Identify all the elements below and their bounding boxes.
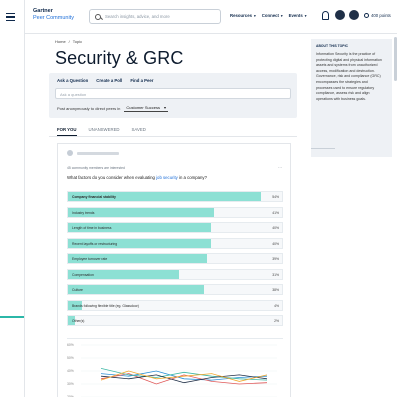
about-topic-text: Information Security is the practice of … (316, 52, 382, 101)
poll-option-fill (68, 285, 204, 294)
poll-option-percent: 2% (274, 319, 279, 323)
poll-option[interactable]: Culture 38% (67, 284, 283, 295)
poll-option-percent: 41% (272, 210, 279, 215)
author-avatar (67, 150, 73, 156)
post-anonymously-row: Post anonymously to direct peers in Cust… (57, 104, 168, 112)
breadcrumb-separator: / (68, 39, 70, 44)
feed-divider (49, 136, 297, 137)
notification-bell-icon[interactable] (322, 11, 329, 20)
page-title: Security & GRC (55, 48, 184, 68)
poll-options: Company financial stability 54% Industry t… (67, 191, 283, 331)
poll-question: What factors do you consider when evalua… (67, 175, 207, 180)
poll-option[interactable]: Compensation 31% (67, 268, 283, 280)
tab-create-poll[interactable]: Create a Poll (96, 78, 122, 83)
poll-author[interactable] (67, 150, 119, 156)
breadcrumb: Home / Topic (55, 39, 82, 44)
poll-option-percent: 4% (274, 303, 279, 308)
app-window: Gartner Peer Community Search insights, … (6, 0, 397, 397)
logo-product: Peer Community (33, 14, 74, 21)
search-input[interactable]: Search insights, advice, and more (89, 9, 221, 24)
rail-divider (311, 148, 335, 149)
ask-question-input[interactable]: Ask a question (55, 88, 291, 99)
logo-brand: Gartner (33, 8, 53, 14)
trend-line-chart: 60%50%40%30%20% (67, 338, 283, 397)
poll-option-label: Industry trends (72, 210, 95, 215)
poll-meta: 45 community members are interested (67, 166, 125, 170)
about-topic-panel: ABOUT THIS TOPIC Information Security is… (311, 39, 392, 157)
poll-option-percent: 40% (272, 226, 279, 230)
tab-for-you[interactable]: FOR YOU (57, 127, 77, 136)
chevron-down-icon: ▾ (163, 105, 166, 110)
points-icon (364, 13, 369, 18)
ask-tabs: Ask a Question Create a Poll Find a Peer (57, 78, 153, 83)
trend-chart-svg: 60%50%40%30%20% (67, 343, 277, 397)
poll-option[interactable]: Industry trends 41% (67, 206, 283, 218)
tab-ask-question[interactable]: Ask a Question (57, 78, 88, 83)
search-placeholder: Search insights, advice, and more (105, 14, 170, 19)
search-icon (95, 13, 101, 20)
nav-events[interactable]: Events ▾ (289, 13, 307, 18)
nav-resources[interactable]: Resources ▾ (230, 13, 256, 18)
avatar[interactable] (349, 10, 359, 20)
breadcrumb-home[interactable]: Home (55, 39, 66, 44)
points-badge[interactable]: 400 points (364, 13, 391, 18)
chevron-down-icon: ▾ (303, 14, 307, 18)
poll-option[interactable]: Recent layoffs or restructuring 40% (67, 237, 283, 249)
messages-icon[interactable] (335, 10, 345, 20)
poll-option-label: Brands following flexible title (eg. Gla… (72, 303, 139, 308)
more-options-icon[interactable]: ··· (278, 165, 282, 170)
audience-select[interactable]: Customer Success ▾ (124, 104, 168, 112)
poll-option-percent: 40% (272, 241, 279, 246)
top-header: Gartner Peer Community Search insights, … (6, 0, 397, 34)
poll-option[interactable]: Length of time in business 40% (67, 222, 283, 233)
y-tick-label: 50% (67, 356, 74, 360)
about-topic-heading: ABOUT THIS TOPIC (316, 44, 348, 48)
poll-option[interactable]: Employee turnover rate 39% (67, 253, 283, 264)
breadcrumb-topic[interactable]: Topic (73, 39, 82, 44)
hamburger-menu-icon[interactable] (6, 13, 15, 21)
poll-option-label: Culture (72, 288, 83, 292)
question-highlight[interactable]: job security (156, 175, 178, 180)
poll-option[interactable]: Other(s) 2% (67, 315, 283, 326)
y-tick-label: 40% (67, 369, 74, 373)
post-anonymously-label: Post anonymously to direct peers in (57, 105, 121, 111)
author-name-placeholder (77, 151, 119, 155)
ask-panel: Ask a Question Create a Poll Find a Peer… (49, 73, 297, 118)
poll-option-label: Length of time in business (72, 226, 112, 230)
poll-option-percent: 54% (272, 195, 279, 199)
poll-card: 45 community members are interested ··· … (57, 143, 291, 397)
tab-unanswered[interactable]: UNANSWERED (89, 127, 120, 132)
poll-option-label: Employee turnover rate (72, 257, 108, 261)
chevron-down-icon: ▾ (279, 14, 283, 18)
poll-option-label: Company financial stability (72, 195, 116, 199)
poll-option-label: Recent layoffs or restructuring (72, 241, 118, 246)
poll-option[interactable]: Brands following flexible title (eg. Gla… (67, 299, 283, 311)
tab-find-peer[interactable]: Find a Peer (130, 78, 153, 83)
poll-option-label: Other(s) (72, 319, 85, 323)
poll-option-label: Compensation (72, 272, 94, 277)
poll-option-percent: 31% (272, 272, 279, 277)
poll-option-percent: 38% (272, 288, 279, 292)
y-tick-label: 30% (67, 382, 74, 386)
poll-option[interactable]: Company financial stability 54% (67, 191, 283, 202)
logo[interactable]: Gartner Peer Community (33, 8, 74, 21)
feed-tabs: FOR YOU UNANSWERED SAVED (57, 127, 146, 136)
chevron-down-icon: ▾ (252, 14, 256, 18)
nav-connect[interactable]: Connect ▾ (262, 13, 283, 18)
main-nav: Resources ▾ Connect ▾ Events ▾ (230, 13, 306, 18)
poll-option-percent: 39% (272, 257, 279, 261)
tab-saved[interactable]: SAVED (132, 127, 146, 132)
y-tick-label: 60% (67, 343, 74, 347)
